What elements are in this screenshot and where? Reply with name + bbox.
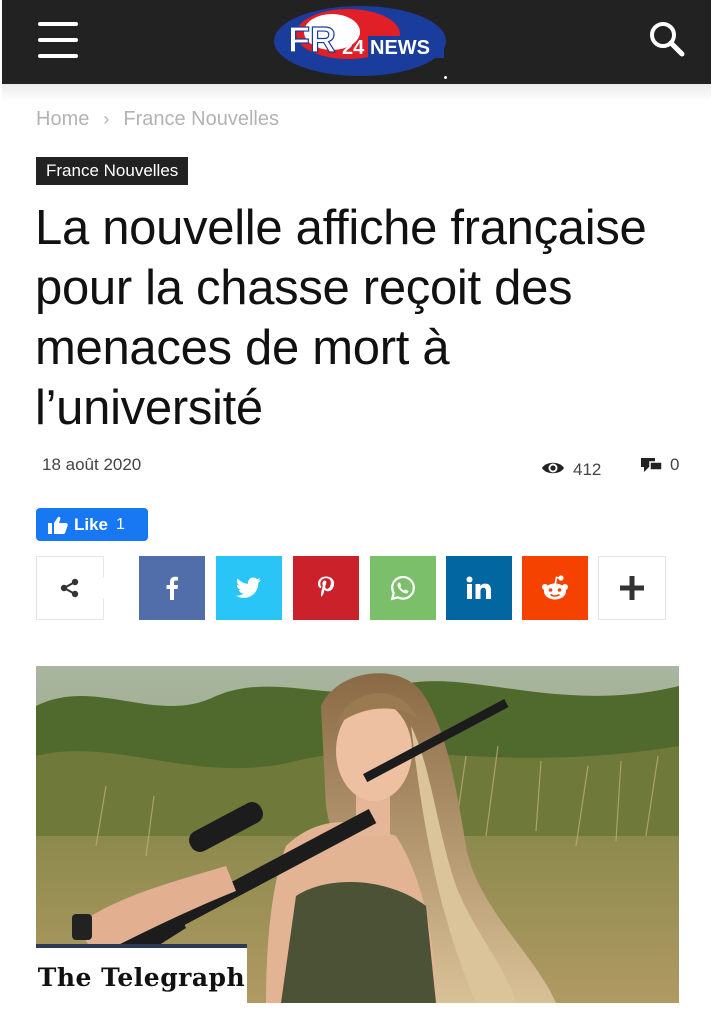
like-label: Like	[74, 514, 109, 534]
site-logo[interactable]: FR 24 NEWS	[272, 4, 448, 78]
article-title: La nouvelle affiche française pour la ch…	[35, 201, 647, 435]
twitter-icon	[236, 577, 261, 598]
pinterest-share-button[interactable]	[293, 556, 359, 620]
view-count-value: 412	[573, 460, 602, 479]
category-tag[interactable]: France Nouvelles	[36, 157, 189, 185]
logo-fr-text: FR	[288, 19, 336, 60]
linkedin-icon	[466, 576, 491, 599]
whatsapp-share-button[interactable]	[370, 556, 436, 620]
comment-count-value: 0	[670, 455, 680, 474]
breadcrumb: Home › France Nouvelles	[36, 106, 279, 132]
search-icon[interactable]	[646, 18, 688, 60]
article-date: 18 août 2020	[42, 455, 142, 474]
facebook-icon	[166, 576, 178, 600]
share-bar	[36, 556, 676, 620]
hamburger-menu-icon[interactable]	[38, 22, 82, 58]
facebook-like-button[interactable]: Like 1	[36, 508, 148, 541]
comment-count[interactable]: 0	[641, 455, 679, 475]
breadcrumb-home-link[interactable]: Home	[36, 108, 89, 131]
header-shadow	[2, 84, 711, 102]
more-share-button[interactable]	[598, 556, 666, 620]
plus-icon	[620, 576, 644, 600]
thumbs-up-icon	[48, 516, 68, 534]
logo-dot	[444, 76, 447, 79]
comments-icon	[641, 458, 663, 472]
view-count: 412	[541, 456, 601, 480]
twitter-share-button[interactable]	[216, 556, 282, 620]
whatsapp-icon	[390, 575, 415, 601]
reddit-icon	[542, 575, 568, 600]
breadcrumb-separator: ›	[103, 108, 110, 129]
like-count: 1	[116, 515, 125, 533]
image-source-badge: The Telegraph	[36, 944, 247, 1007]
share-toggle-button[interactable]	[36, 556, 115, 620]
linkedin-share-button[interactable]	[446, 556, 512, 620]
facebook-share-button[interactable]	[139, 556, 205, 620]
logo-news-text: NEWS	[370, 37, 430, 59]
pinterest-icon	[317, 576, 335, 597]
eye-icon	[542, 462, 564, 474]
image-source-text: The Telegraph	[37, 963, 246, 992]
share-icon	[60, 578, 79, 598]
reddit-share-button[interactable]	[522, 556, 588, 620]
logo-24-text: 24	[342, 37, 365, 59]
top-navigation-bar: FR 24 NEWS	[2, 0, 711, 84]
breadcrumb-category-link[interactable]: France Nouvelles	[123, 108, 279, 131]
